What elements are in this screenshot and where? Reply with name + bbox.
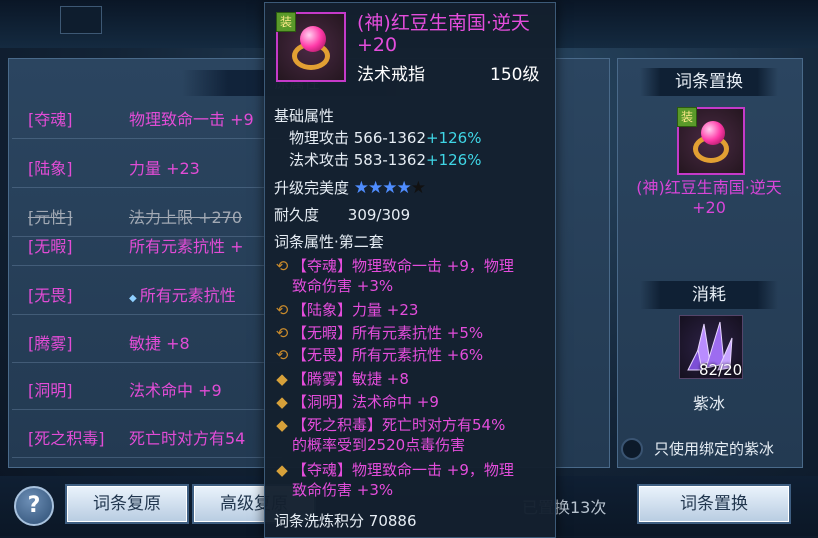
replace-affix-button[interactable]: 词条置换 (639, 486, 789, 522)
affix-line: 【陆象】力量 +23 (292, 301, 419, 319)
diamond-icon: ◆ (276, 416, 288, 434)
affix-row[interactable]: [无畏] ◆ 所有元素抗性 (12, 276, 282, 315)
refine-points-line: 词条洗炼积分 70886 (274, 510, 417, 531)
mag-attack-line: 法术攻击 583-1362+126% (289, 149, 481, 170)
phys-attack-bonus: +126% (426, 129, 482, 147)
refine-points-value: 70886 (368, 512, 417, 530)
material-count: 82/20 (699, 361, 743, 379)
tooltip-affix: ⟲ 【无暇】所有元素抗性 +5% (274, 323, 483, 343)
bound-only-label: 只使用绑定的紫冰 (654, 440, 775, 458)
consume-title: 消耗 (640, 281, 778, 309)
help-button[interactable]: ? (14, 486, 54, 526)
diamond-icon: ◆ (129, 293, 137, 304)
tooltip-affix: ◆ 【腾雾】敏捷 +8 (274, 369, 409, 389)
affix-line: 【夺魂】物理致命一击 +9，物理 (292, 257, 514, 275)
material-name: 紫冰 (692, 394, 725, 413)
replace-panel-title: 词条置换 (640, 68, 778, 96)
tooltip-affix: ◆ 【洞明】法术命中 +9 (274, 392, 439, 412)
affix-value: 法力上限 +270 (129, 208, 243, 227)
tooltip-item-name: (神)红豆生南国·逆天 +20 (357, 12, 530, 56)
tooltip-item-icon: 装 (276, 12, 346, 82)
tooltip-affix: ⟲ 【夺魂】物理致命一击 +9，物理 致命伤害 +3% (274, 256, 514, 296)
affix-tag: [陆象] (28, 159, 73, 178)
upgrade-line: 升级完美度 ★★★★★ (274, 177, 426, 198)
star-empty-icon: ★ (410, 178, 426, 198)
tooltip-affix: ◆ 【死之积毒】死亡时对方有54% 的概率受到2520点毒伤害 (274, 415, 505, 455)
star-filled-icon: ★ (396, 178, 412, 198)
star-filled-icon: ★ (382, 178, 397, 198)
target-item-slot[interactable]: 装 (677, 107, 745, 175)
gem-icon (701, 121, 725, 145)
restore-affix-button[interactable]: 词条复原 (67, 486, 187, 522)
basic-attr-header: 基础属性 (274, 107, 335, 125)
top-bar-box (60, 6, 102, 34)
swirl-icon: ⟲ (275, 324, 289, 342)
gem-icon (300, 26, 326, 52)
affix-value: 敏捷 +8 (129, 334, 190, 353)
tooltip-affix: ⟲ 【陆象】力量 +23 (274, 300, 419, 320)
affix-line: 【无暇】所有元素抗性 +5% (292, 324, 484, 342)
affix-row[interactable]: [腾雾] 敏捷 +8 (12, 324, 282, 363)
diamond-icon: ◆ (276, 461, 288, 479)
star-filled-icon: ★ (353, 178, 369, 198)
tooltip-affix: ⟲ 【无畏】所有元素抗性 +6% (274, 345, 483, 365)
diamond-icon: ◆ (276, 370, 288, 388)
upgrade-label: 升级完美度 (274, 179, 350, 197)
affix-line: 【无畏】所有元素抗性 +6% (292, 346, 484, 364)
affix-tag: [无畏] (28, 286, 73, 305)
affix-tag: [夺魂] (28, 110, 73, 129)
phys-attack-label: 物理攻击 566-1362 (289, 129, 426, 147)
affix-line: 【夺魂】物理致命一击 +9，物理 (292, 461, 514, 479)
refine-points-label: 词条洗炼积分 (274, 512, 365, 530)
affix-row[interactable]: [洞明] 法术命中 +9 (12, 371, 282, 410)
affix-row[interactable]: [无暇] 所有元素抗性 + (12, 227, 282, 266)
durability-label: 耐久度 (274, 206, 320, 224)
affix-value-text: 所有元素抗性 (139, 286, 236, 305)
affix-row[interactable]: [死之积毒] 死亡时对方有54 (12, 419, 282, 458)
affix-tag: [元性] (28, 208, 73, 227)
star-filled-icon: ★ (368, 178, 383, 198)
affix-line: 【洞明】法术命中 +9 (292, 393, 439, 411)
affix-line: 【死之积毒】死亡时对方有54% (292, 416, 506, 434)
mag-attack-bonus: +126% (426, 151, 482, 169)
swirl-icon: ⟲ (275, 301, 289, 319)
durability-value: 309/309 (347, 206, 411, 224)
durability-line: 耐久度 309/309 (274, 204, 410, 225)
affix-tag: [死之积毒] (28, 429, 105, 448)
affix-line-cont: 的概率受到2520点毒伤害 (292, 436, 466, 454)
affix-row[interactable]: [夺魂] 物理致命一击 +9 (12, 100, 282, 139)
affix-line: 【腾雾】敏捷 +8 (292, 370, 409, 388)
affix-value: 力量 +23 (129, 159, 200, 178)
swirl-icon: ⟲ (275, 346, 289, 364)
upgrade-stars: ★★★★★ (353, 178, 426, 198)
bound-badge: 装 (276, 12, 296, 32)
affix-line-cont: 致命伤害 +3% (292, 481, 394, 499)
swirl-icon: ⟲ (275, 257, 289, 275)
mag-attack-label: 法术攻击 583-1362 (289, 151, 426, 169)
affix-value: 法术命中 +9 (129, 381, 222, 400)
bound-only-radio[interactable] (621, 438, 643, 460)
affix-value: 所有元素抗性 + (129, 237, 244, 256)
tooltip-item-level: 150级 (490, 65, 540, 85)
affix-tag: [洞明] (28, 381, 73, 400)
tooltip-item-type: 法术戒指 (357, 65, 425, 85)
affix-row[interactable]: [陆象] 力量 +23 (12, 149, 282, 188)
affix-set-header: 词条属性·第二套 (274, 233, 384, 251)
diamond-icon: ◆ (276, 393, 288, 411)
bound-badge: 装 (677, 107, 697, 127)
affix-value: 物理致命一击 +9 (129, 110, 254, 129)
phys-attack-line: 物理攻击 566-1362+126% (289, 127, 481, 148)
affix-tag: [无暇] (28, 237, 73, 256)
target-item-name: (神)红豆生南国·逆天 +20 (636, 178, 782, 217)
affix-tag: [腾雾] (28, 334, 73, 353)
affix-value: ◆ 所有元素抗性 (129, 282, 236, 306)
affix-value: 死亡时对方有54 (129, 429, 246, 448)
tooltip-affix: ◆ 【夺魂】物理致命一击 +9，物理 致命伤害 +3% (274, 460, 514, 500)
affix-line-cont: 致命伤害 +3% (292, 277, 394, 295)
